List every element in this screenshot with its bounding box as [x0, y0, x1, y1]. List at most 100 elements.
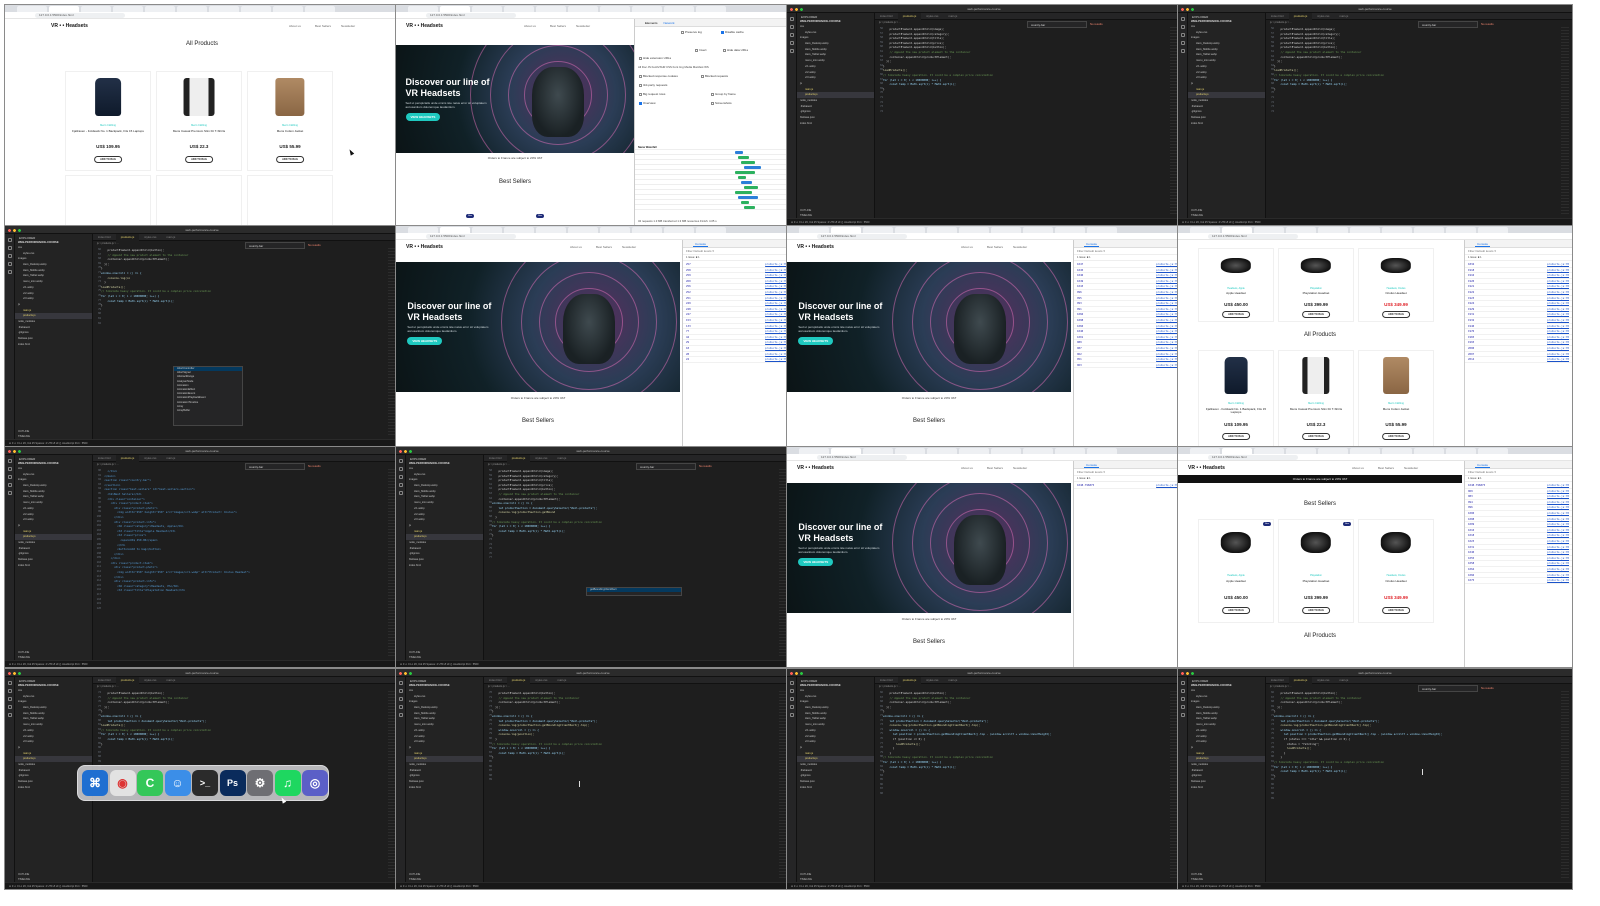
console-tab[interactable]: Console	[1475, 463, 1491, 468]
url-field[interactable]: 127.0.0.1:5500/index.html	[35, 13, 125, 18]
url-field[interactable]: 127.0.0.1:5500/index.html	[1208, 234, 1298, 239]
minimap[interactable]	[1561, 691, 1569, 879]
search-icon[interactable]	[8, 689, 12, 693]
file-item[interactable]: index.html	[15, 563, 92, 569]
add-to-bag-button[interactable]: ADD TO BAG	[1302, 311, 1330, 319]
overview-checkbox[interactable]	[639, 101, 642, 105]
files-icon[interactable]	[1181, 681, 1185, 685]
nav-link[interactable]: Best Sellers	[550, 24, 566, 28]
nav-link[interactable]: About us	[570, 245, 582, 249]
file-item[interactable]: index.html	[797, 785, 874, 791]
file-item[interactable]: index.html	[15, 342, 92, 348]
product-image[interactable]	[183, 78, 215, 116]
site-logo[interactable]: VR • • Headsets	[51, 23, 88, 29]
editor-tab[interactable]: index.html	[484, 677, 507, 684]
suggestion-item[interactable]: ArrayBuffer	[174, 409, 242, 413]
editor-tab[interactable]: products.js	[897, 13, 922, 20]
product-image[interactable]	[1380, 532, 1412, 554]
search-icon[interactable]	[1181, 689, 1185, 693]
product-image[interactable]	[1302, 356, 1330, 395]
add-to-bag-button[interactable]: ADD TO BAG	[1222, 433, 1250, 441]
nav-link[interactable]: Best Sellers	[315, 24, 331, 28]
dock-app-icon[interactable]: ☺	[164, 770, 191, 796]
blocked-requests-checkbox[interactable]	[701, 74, 704, 78]
files-icon[interactable]	[8, 459, 12, 463]
extensions-icon[interactable]	[790, 49, 794, 53]
hide-data-urls[interactable]: Hide data URLs	[723, 48, 748, 52]
editor-tab[interactable]: styles.css	[530, 677, 552, 684]
editor-tab[interactable]: products.js	[897, 677, 922, 684]
log-source-link[interactable]: products.js:78	[1547, 357, 1569, 363]
debug-icon[interactable]	[8, 483, 12, 487]
add-to-bag-button[interactable]: ADD TO BAG	[1382, 607, 1410, 615]
screenshots-checkbox[interactable]	[711, 101, 714, 105]
log-source-link[interactable]: products.js:78	[1547, 578, 1569, 584]
dock-app-icon[interactable]: ⚙	[247, 770, 273, 796]
suggestion-item[interactable]: getBoundingClientRect	[587, 588, 681, 593]
editor-tab[interactable]: products.js	[506, 677, 531, 684]
debug-icon[interactable]	[399, 483, 403, 487]
files-icon[interactable]	[790, 681, 794, 685]
extensions-icon[interactable]	[8, 491, 12, 495]
dock-app-icon[interactable]: ◎	[302, 770, 328, 796]
editor-tab[interactable]: styles.css	[921, 13, 943, 20]
nav-link[interactable]: About us	[524, 24, 536, 28]
extensions-icon[interactable]	[8, 270, 12, 274]
editor-tab[interactable]: index.html	[484, 455, 507, 462]
add-to-bag-button[interactable]: ADD TO BAG	[1382, 311, 1410, 319]
blocked-cookies[interactable]: Blocked response cookies	[639, 74, 678, 78]
minimap[interactable]	[1561, 27, 1569, 215]
nav-link[interactable]: Best Sellers	[596, 245, 612, 249]
invert-checkbox[interactable]	[695, 48, 698, 52]
files-icon[interactable]	[1181, 17, 1185, 21]
source-control-icon[interactable]	[1181, 697, 1185, 701]
code-editor[interactable]: </div> </main> <section class="country-b…	[101, 469, 385, 659]
product-image[interactable]	[1220, 532, 1252, 554]
debug-icon[interactable]	[399, 705, 403, 709]
dock-app-icon[interactable]: C	[137, 770, 163, 796]
third-party-checkbox[interactable]	[639, 83, 642, 87]
add-to-bag-button[interactable]: ADD TO BAG	[1222, 311, 1250, 319]
console-filter[interactable]: Filter Default levels ▾	[1465, 469, 1572, 476]
debug-icon[interactable]	[8, 705, 12, 709]
file-item[interactable]: index.html	[406, 563, 483, 569]
nav-link[interactable]: Newsletter	[1013, 466, 1027, 470]
add-to-bag-button[interactable]: ADD TO BAG	[276, 156, 304, 163]
product-image[interactable]	[1300, 532, 1332, 554]
code-editor[interactable]: productElement.appendChild(button); // A…	[492, 691, 776, 881]
debug-icon[interactable]	[1181, 705, 1185, 709]
view-headsets-button[interactable]: VIEW HEADSETS	[407, 337, 443, 345]
preserve-log[interactable]: Preserve log	[681, 30, 702, 34]
file-item[interactable]: index.html	[1188, 785, 1265, 791]
code-editor[interactable]: productElement.appendChild(button); // A…	[883, 691, 1167, 881]
source-control-icon[interactable]	[8, 697, 12, 701]
issues-counter[interactable]: 1 Issue: ■ 1	[683, 255, 790, 261]
editor-tab[interactable]: main.js	[943, 13, 962, 20]
source-control-icon[interactable]	[399, 475, 403, 479]
hide-extension-urls[interactable]: Hide extension URLs	[639, 56, 671, 60]
source-control-icon[interactable]	[8, 475, 12, 479]
nav-link[interactable]: Newsletter	[1013, 245, 1027, 249]
editor-tab[interactable]: main.js	[161, 677, 180, 684]
group-frame[interactable]: Group by frame	[711, 92, 736, 96]
files-icon[interactable]	[399, 681, 403, 685]
issues-counter[interactable]: 1 Issue: ■ 1	[1465, 476, 1572, 482]
code-editor[interactable]: productElement.appendChild(image); produ…	[492, 469, 776, 659]
big-rows[interactable]: Big request rows	[639, 92, 665, 96]
editor-tab[interactable]: main.js	[552, 677, 571, 684]
source-control-icon[interactable]	[399, 697, 403, 701]
nav-link[interactable]: Newsletter	[1404, 466, 1418, 470]
add-to-bag-button[interactable]: ADD TO BAG	[1382, 433, 1410, 441]
editor-tab[interactable]: styles.css	[921, 677, 943, 684]
log-source-link[interactable]: products.js:78	[765, 357, 787, 363]
hide-extension-urls-checkbox[interactable]	[639, 56, 642, 60]
file-item[interactable]: index.html	[406, 785, 483, 791]
debug-icon[interactable]	[790, 41, 794, 45]
files-icon[interactable]	[8, 681, 12, 685]
nav-link[interactable]: About us	[961, 245, 973, 249]
search-icon[interactable]	[399, 467, 403, 471]
source-control-icon[interactable]	[1181, 33, 1185, 37]
editor-tab[interactable]: main.js	[161, 455, 180, 462]
url-field[interactable]: 127.0.0.1:5500/index.html	[1208, 455, 1298, 460]
search-icon[interactable]	[790, 25, 794, 29]
